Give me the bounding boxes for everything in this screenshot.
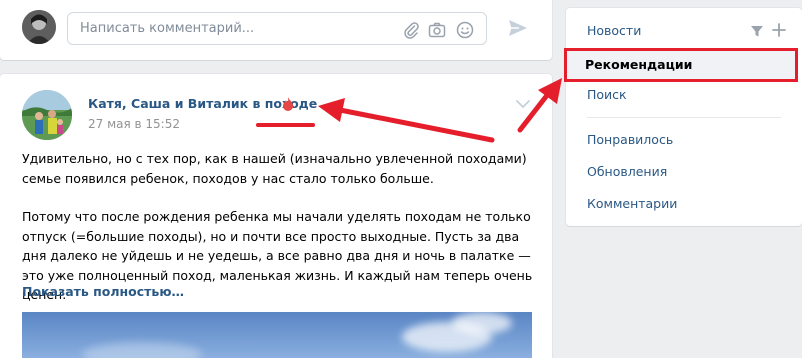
post-text-paragraph: Удивительно, но с тех пор, как в нашей (… xyxy=(22,151,527,186)
comment-input[interactable]: Написать комментарий... xyxy=(67,12,487,45)
nav-item-search[interactable]: Поиск xyxy=(566,80,802,110)
post-photo[interactable] xyxy=(22,312,532,358)
avatar[interactable] xyxy=(22,10,56,44)
divider xyxy=(587,117,781,118)
camera-icon[interactable] xyxy=(428,21,446,39)
post-date[interactable]: 27 мая в 15:52 xyxy=(88,117,180,131)
fire-icon xyxy=(281,96,295,112)
comment-bar: Написать комментарий... xyxy=(0,0,552,60)
nav-item-liked[interactable]: Понравилось xyxy=(566,125,802,155)
nav-item-news[interactable]: Новости xyxy=(566,16,802,46)
post-avatar[interactable] xyxy=(22,90,72,140)
nav-item-recommendations[interactable]: Рекомендации xyxy=(564,48,798,82)
post: Катя, Саша и Виталик в походе 27 мая в 1… xyxy=(0,74,552,358)
send-icon[interactable] xyxy=(507,17,529,39)
comment-placeholder: Написать комментарий... xyxy=(80,21,255,36)
chevron-down-icon[interactable] xyxy=(514,98,532,110)
feed-filter-menu: Новости Рекомендации Поиск Понравилось О… xyxy=(564,8,802,226)
filter-icon[interactable] xyxy=(750,24,764,38)
attach-icon[interactable] xyxy=(402,21,420,39)
plus-icon[interactable] xyxy=(772,23,786,37)
emoji-icon[interactable] xyxy=(456,21,474,39)
show-more-link[interactable]: Показать полностью… xyxy=(22,284,184,299)
nav-item-comments[interactable]: Комментарии xyxy=(566,189,802,219)
nav-item-updates[interactable]: Обновления xyxy=(566,157,802,187)
